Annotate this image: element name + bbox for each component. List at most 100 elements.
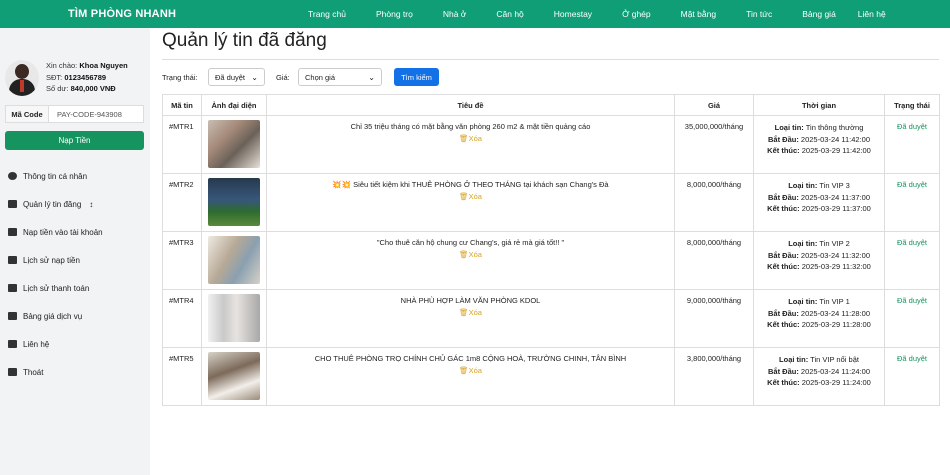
nav-phong-tro[interactable]: Phòng trọ [376, 9, 413, 19]
nav-bang-gia[interactable]: Bảng giá [802, 9, 836, 19]
menu-item-logout[interactable]: Thoát [0, 358, 150, 386]
post-thumbnail[interactable] [208, 178, 260, 226]
chevron-down-icon: ⌄ [251, 73, 258, 82]
thumbnail-cell [201, 231, 267, 290]
type-label: Loại tin: [774, 123, 804, 132]
post-type: Tin VIP 1 [819, 297, 850, 306]
title-divider [162, 59, 939, 60]
price-select[interactable]: Chọn giá ⌄ [298, 68, 382, 86]
nav-nha-o[interactable]: Nhà ở [443, 9, 467, 19]
search-button[interactable]: Tìm kiếm [394, 68, 439, 86]
post-start: 2025-03-24 11:32:00 [800, 250, 871, 260]
contact-icon [8, 340, 17, 348]
brand-logo[interactable]: TÌM PHÒNG NHANH [68, 8, 176, 20]
post-start: 2025-03-24 11:28:00 [800, 308, 871, 318]
post-id: #MTR2 [162, 173, 202, 232]
sort-icon: ↕ [89, 199, 94, 209]
time-cell: Loại tin: Tin thông thường Bắt Đầu: 2025-… [753, 115, 885, 174]
nav-home[interactable]: Trang chủ [308, 9, 346, 19]
menu-item-price-list[interactable]: Bảng giá dịch vụ [0, 302, 150, 330]
trash-icon: 🗑 [459, 134, 469, 143]
sidebar-menu: Thông tin cá nhân Quản lý tin đăng ↕ Nạp … [0, 162, 150, 386]
folder-icon [8, 200, 17, 208]
menu-item-deposit-history[interactable]: Lịch sử nạp tiền [0, 246, 150, 274]
post-price: 8,000,000/tháng [674, 231, 754, 290]
type-label: Loại tin: [788, 181, 818, 190]
nav-mat-bang[interactable]: Mặt bằng [681, 9, 716, 19]
user-name: Khoa Nguyen [79, 61, 128, 70]
col-status: Trạng thái [884, 94, 940, 116]
history-icon [8, 256, 17, 264]
post-type: Tin VIP nổi bật [810, 355, 859, 364]
menu-item-manage-posts[interactable]: Quản lý tin đăng ↕ [0, 190, 150, 218]
start-label: Bắt Đầu: [767, 134, 799, 144]
col-price: Giá [674, 94, 754, 116]
delete-button[interactable]: 🗑Xóa [271, 192, 670, 201]
post-title[interactable]: "Cho thuê căn hộ chung cư Chang's, giá r… [271, 238, 670, 247]
menu-label: Thông tin cá nhân [23, 171, 88, 181]
post-id: #MTR1 [162, 115, 202, 174]
status-badge: Đã duyệt [884, 289, 940, 348]
post-end: 2025-03-29 11:42:00 [801, 146, 871, 155]
delete-button[interactable]: 🗑Xóa [271, 250, 670, 259]
title-cell: 💥💥 Siêu tiết kiệm khi THUÊ PHÒNG Ở THEO … [266, 173, 675, 232]
status-filter-label: Trạng thái: [162, 73, 198, 82]
nav-o-ghep[interactable]: Ở ghép [622, 9, 651, 19]
post-id: #MTR5 [162, 347, 202, 406]
title-cell: CHO THUÊ PHÒNG TRỌ CHÍNH CHỦ GÁC 1m8 CỘN… [266, 347, 675, 406]
post-thumbnail[interactable] [208, 120, 260, 168]
user-phone: 0123456789 [64, 72, 107, 82]
pay-code-label: Mã Code [6, 106, 49, 122]
filter-bar: Trạng thái: Đã duyệt ⌄ Giá: Chọn giá ⌄ Tìm… [162, 68, 562, 86]
post-start: 2025-03-24 11:37:00 [800, 192, 871, 202]
topup-button[interactable]: Nạp Tiền [5, 131, 144, 150]
menu-label: Nạp tiền vào tài khoản [23, 227, 103, 237]
thumbnail-cell [201, 289, 267, 348]
post-type: Tin VIP 3 [819, 181, 850, 190]
post-end: 2025-03-29 11:28:00 [801, 320, 871, 329]
menu-item-contact[interactable]: Liên hệ [0, 330, 150, 358]
nav-tin-tuc[interactable]: Tin tức [746, 9, 772, 19]
menu-item-payment-history[interactable]: Lịch sử thanh toán [0, 274, 150, 302]
thumbnail-cell [201, 173, 267, 232]
post-title[interactable]: Chỉ 35 triệu tháng có mặt bằng văn phòng… [271, 122, 670, 131]
post-price: 35,000,000/tháng [674, 115, 754, 174]
post-price: 8,000,000/tháng [674, 173, 754, 232]
post-title[interactable]: NHÀ PHÙ HỢP LÀM VĂN PHÒNG KDOL [271, 296, 670, 305]
title-cell: NHÀ PHÙ HỢP LÀM VĂN PHÒNG KDOL 🗑Xóa [266, 289, 675, 348]
delete-button[interactable]: 🗑Xóa [271, 308, 670, 317]
nav-can-ho[interactable]: Căn hộ [496, 9, 523, 19]
nav-homestay[interactable]: Homestay [554, 9, 592, 19]
start-label: Bắt Đầu: [767, 366, 799, 376]
menu-item-deposit[interactable]: Nạp tiền vào tài khoản [0, 218, 150, 246]
post-end: 2025-03-29 11:32:00 [801, 262, 871, 271]
pay-code-value: PAY-CODE-943908 [57, 109, 122, 119]
greet-label: Xin chào: [46, 61, 78, 70]
table-icon [8, 312, 17, 320]
post-title[interactable]: 💥💥 Siêu tiết kiệm khi THUÊ PHÒNG Ở THEO … [271, 180, 670, 189]
status-select[interactable]: Đã duyệt ⌄ [208, 68, 265, 86]
post-thumbnail[interactable] [208, 236, 260, 284]
col-thumbnail: Ảnh đại diện [201, 94, 267, 116]
end-label: Kết thúc: [767, 320, 800, 329]
status-badge: Đã duyệt [884, 173, 940, 232]
col-title: Tiêu đề [266, 94, 675, 116]
post-title[interactable]: CHO THUÊ PHÒNG TRỌ CHÍNH CHỦ GÁC 1m8 CỘN… [271, 354, 670, 363]
table-row: #MTR1 Chỉ 35 triệu tháng có mặt bằng văn … [162, 115, 940, 174]
trash-icon: 🗑 [459, 308, 469, 317]
col-time: Thời gian [753, 94, 885, 116]
status-select-value: Đã duyệt [215, 72, 246, 82]
nav-lien-he[interactable]: Liên hệ [858, 9, 886, 19]
page-title: Quản lý tin đã đăng [162, 30, 327, 51]
post-thumbnail[interactable] [208, 352, 260, 400]
main-nav: Trang chủ Phòng trọ Nhà ở Căn hộ Homesta… [295, 0, 886, 28]
delete-button[interactable]: 🗑Xóa [271, 366, 670, 375]
post-thumbnail[interactable] [208, 294, 260, 342]
menu-item-profile[interactable]: Thông tin cá nhân [0, 162, 150, 190]
table-header: Mã tin Ảnh đại diện Tiêu đề Giá Thời gia… [162, 94, 940, 116]
end-label: Kết thúc: [767, 262, 800, 271]
title-cell: "Cho thuê căn hộ chung cư Chang's, giá r… [266, 231, 675, 290]
menu-label: Liên hệ [23, 339, 50, 349]
price-select-value: Chọn giá [305, 72, 336, 82]
delete-button[interactable]: 🗑Xóa [271, 134, 670, 143]
